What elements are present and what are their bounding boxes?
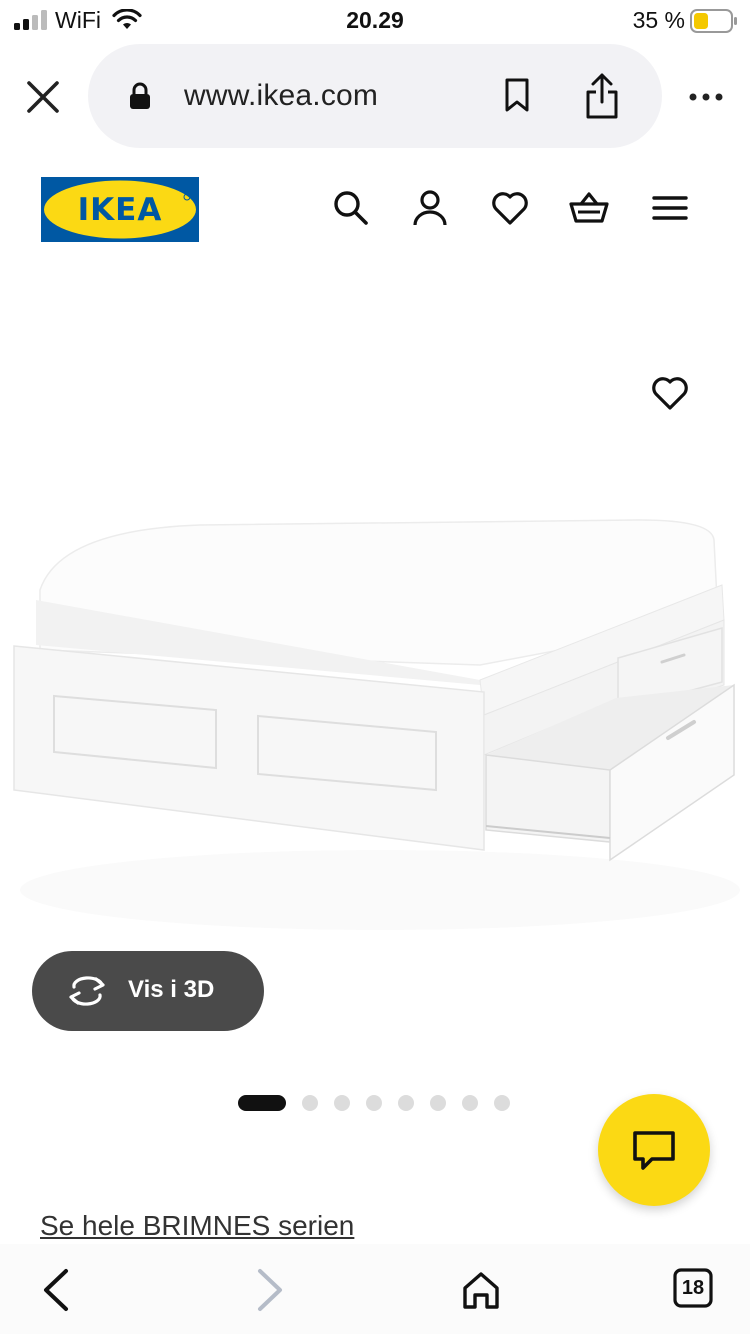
ikea-logo[interactable]: IKEA	[41, 177, 199, 242]
more-icon[interactable]	[688, 86, 724, 108]
close-icon[interactable]	[26, 80, 60, 114]
basket-icon[interactable]	[569, 188, 609, 228]
address-bar[interactable]: www.ikea.com	[88, 44, 662, 148]
gallery-dot[interactable]	[494, 1095, 510, 1111]
gallery-dot[interactable]	[430, 1095, 446, 1111]
search-icon[interactable]	[331, 188, 371, 228]
gallery-dot[interactable]	[462, 1095, 478, 1111]
url-text[interactable]: www.ikea.com	[184, 79, 378, 113]
tab-count: 18	[681, 1277, 705, 1299]
view-3d-label: Vis i 3D	[128, 976, 215, 1003]
back-icon[interactable]	[40, 1268, 72, 1312]
status-bar: WiFi 20.29 35 %	[0, 0, 750, 44]
forward-icon[interactable]	[254, 1268, 286, 1312]
share-icon[interactable]	[584, 72, 620, 120]
view-3d-button[interactable]: Vis i 3D	[32, 951, 264, 1031]
svg-text:IKEA: IKEA	[78, 192, 163, 228]
gallery-dot[interactable]	[366, 1095, 382, 1111]
bookmark-icon[interactable]	[504, 78, 530, 112]
heart-icon[interactable]	[490, 188, 530, 228]
battery-percent: 35 %	[632, 7, 685, 33]
account-icon[interactable]	[410, 188, 450, 228]
gallery-dot[interactable]	[302, 1095, 318, 1111]
lock-icon	[130, 82, 150, 109]
gallery-dot-active[interactable]	[238, 1095, 286, 1111]
product-image[interactable]	[0, 470, 750, 950]
home-icon[interactable]	[461, 1270, 501, 1310]
series-link[interactable]: Se hele BRIMNES serien	[40, 1210, 354, 1242]
chat-icon	[633, 1131, 675, 1170]
gallery-dot[interactable]	[398, 1095, 414, 1111]
rotate-3d-icon	[69, 976, 105, 1006]
browser-toolbar: 18	[0, 1244, 750, 1334]
battery-icon	[690, 9, 737, 33]
gallery-dot[interactable]	[334, 1095, 350, 1111]
heart-icon[interactable]	[650, 374, 690, 412]
menu-icon[interactable]	[650, 188, 690, 228]
tabs-icon[interactable]: 18	[673, 1268, 713, 1308]
chat-button[interactable]	[598, 1094, 710, 1206]
